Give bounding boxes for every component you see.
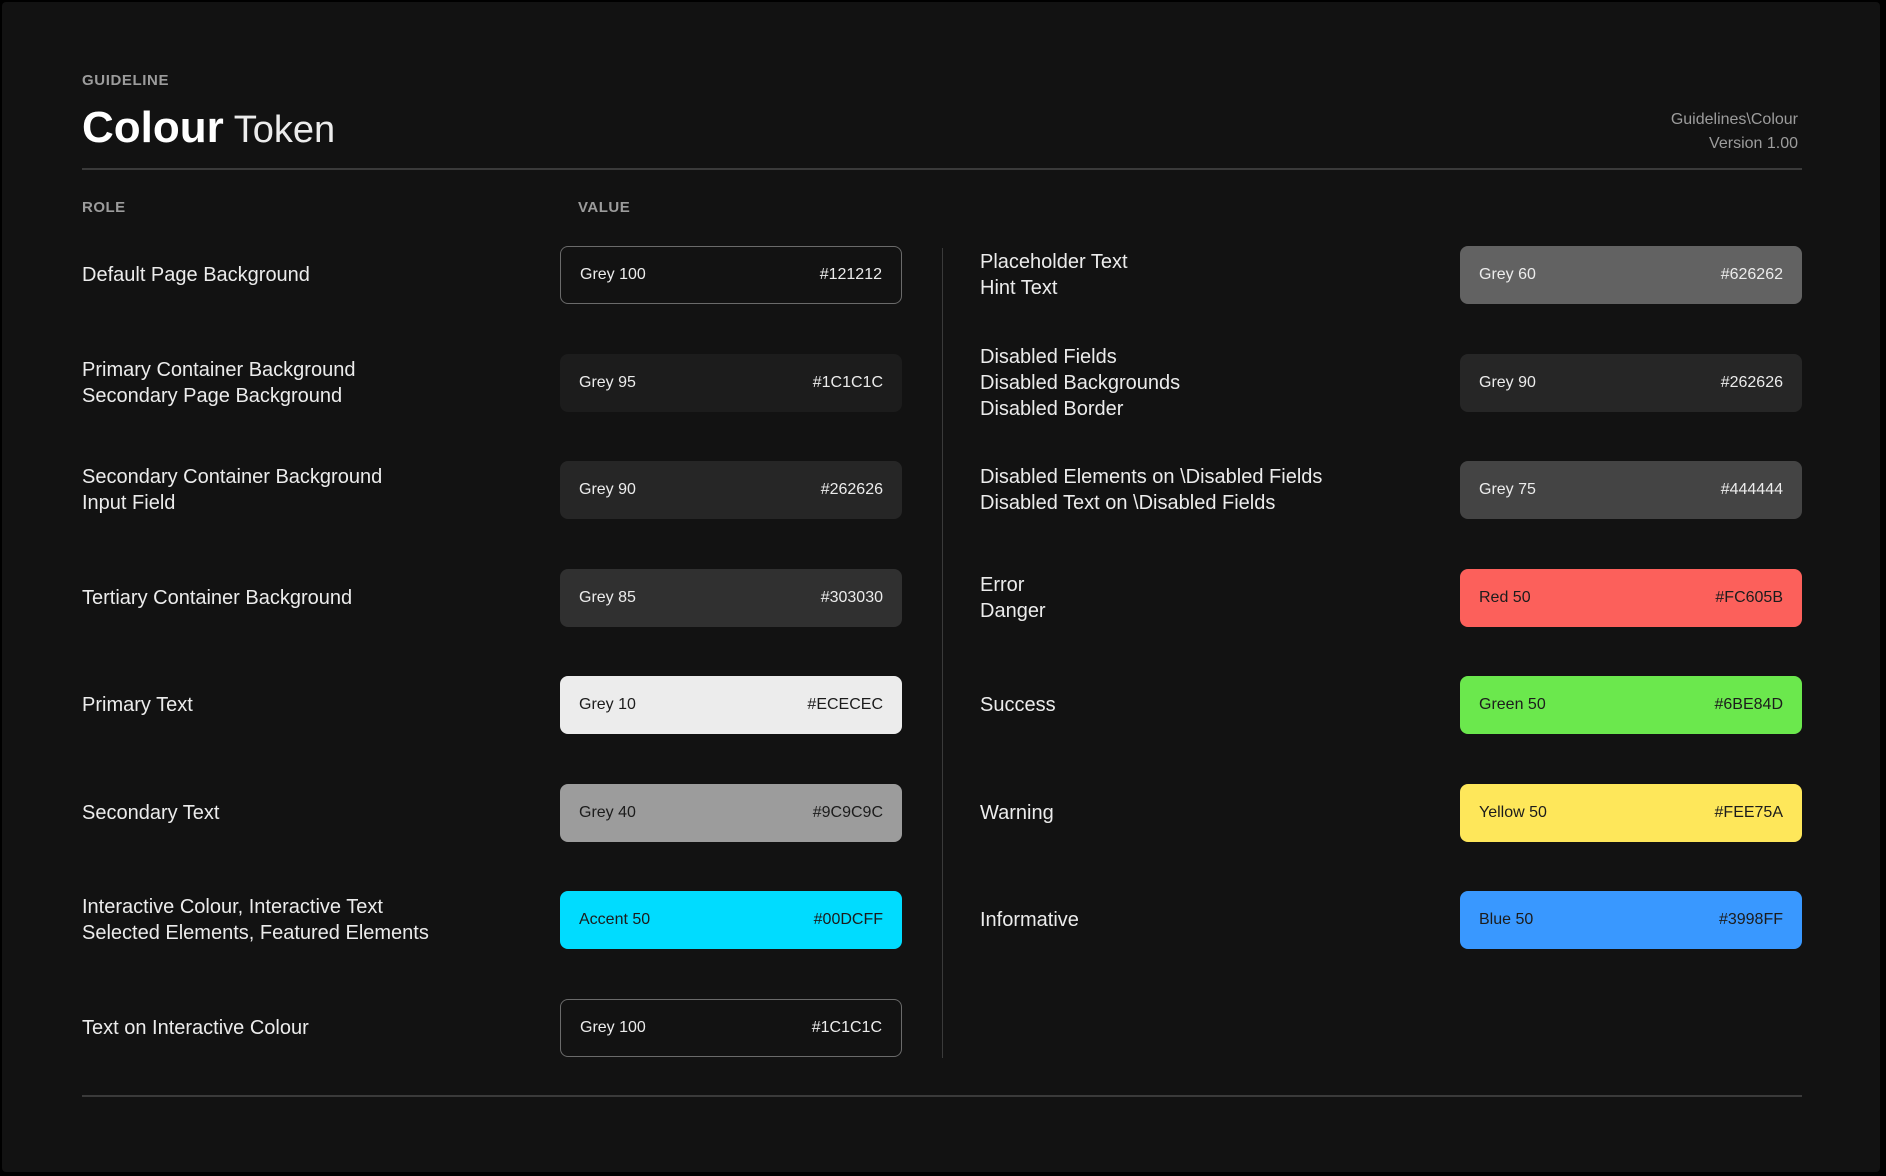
token-row: Success Green 50 #6BE84D: [2, 676, 1880, 734]
token-row: Disabled Fields Disabled Backgrounds Disab…: [2, 346, 1880, 420]
column-header-role: ROLE: [82, 199, 126, 216]
token-role-line: Warning: [980, 802, 1054, 824]
token-row: Text on Interactive Colour Grey 100 #1C1C1…: [2, 999, 1880, 1057]
token-role: Disabled Elements on \Disabled Fields Dis…: [980, 461, 1322, 519]
token-role-line: Informative: [980, 909, 1079, 931]
token-row: Error Danger Red 50 #FC605B: [2, 569, 1880, 627]
colour-swatch: Red 50 #FC605B: [1460, 569, 1802, 627]
swatch-hex-value: #626262: [1720, 266, 1783, 283]
swatch-hex-value: #FEE75A: [1714, 804, 1783, 821]
colour-swatch: Green 50 #6BE84D: [1460, 676, 1802, 734]
token-role: Placeholder Text Hint Text: [980, 246, 1128, 304]
colour-swatch: Yellow 50 #FEE75A: [1460, 784, 1802, 842]
footer-divider: [82, 1095, 1802, 1097]
token-role-line: Hint Text: [980, 277, 1058, 299]
swatch-token-name: Grey 60: [1479, 266, 1536, 283]
document-version: Version 1.00: [1709, 135, 1798, 152]
page-title: Colour Token: [82, 102, 335, 156]
guideline-page: GUIDELINE Colour Token Guidelines\Colour …: [2, 2, 1880, 1172]
swatch-hex-value: #FC605B: [1715, 589, 1783, 606]
token-role-line: Disabled Fields: [980, 346, 1117, 368]
colour-swatch: Grey 60 #626262: [1460, 246, 1802, 304]
token-role: Informative: [980, 891, 1079, 949]
token-role-line: Danger: [980, 600, 1046, 622]
token-role-line: Disabled Text on \Disabled Fields: [980, 492, 1276, 514]
swatch-token-name: Grey 100: [580, 1019, 646, 1036]
eyebrow-label: GUIDELINE: [82, 72, 170, 89]
title-main: Colour: [82, 103, 224, 152]
swatch-hex-value: #6BE84D: [1714, 696, 1784, 713]
colour-swatch: Grey 75 #444444: [1460, 461, 1802, 519]
colour-swatch: Blue 50 #3998FF: [1460, 891, 1802, 949]
swatch-hex-value: #444444: [1720, 481, 1783, 498]
token-role: Success: [980, 676, 1056, 734]
swatch-token-name: Grey 90: [1479, 374, 1536, 391]
swatch-token-name: Grey 75: [1479, 481, 1536, 498]
column-header-value: VALUE: [578, 199, 631, 216]
token-row: Placeholder Text Hint Text Grey 60 #626262: [2, 246, 1880, 304]
colour-swatch: Grey 90 #262626: [1460, 354, 1802, 412]
token-role-line: Text on Interactive Colour: [82, 1017, 309, 1039]
swatch-hex-value: #262626: [1720, 374, 1783, 391]
token-role: Text on Interactive Colour: [82, 999, 309, 1057]
token-role: Error Danger: [980, 569, 1046, 627]
document-meta: Guidelines\Colour Version 1.00: [1671, 108, 1798, 156]
token-row: Disabled Elements on \Disabled Fields Dis…: [2, 461, 1880, 519]
swatch-hex-value: #1C1C1C: [811, 1019, 882, 1036]
token-role: Disabled Fields Disabled Backgrounds Disab…: [980, 346, 1181, 420]
token-role-line: Placeholder Text: [980, 251, 1128, 273]
swatch-token-name: Yellow 50: [1479, 804, 1547, 821]
title-sub: Token: [233, 109, 336, 151]
token-role: Warning: [980, 784, 1054, 842]
token-row: Informative Blue 50 #3998FF: [2, 891, 1880, 949]
swatch-token-name: Blue 50: [1479, 911, 1534, 928]
token-role-line: Error: [980, 574, 1025, 596]
document-path: Guidelines\Colour: [1670, 111, 1798, 128]
token-role-line: Disabled Border: [980, 398, 1124, 420]
token-role-line: Success: [980, 694, 1056, 716]
swatch-token-name: Green 50: [1479, 696, 1546, 713]
header-divider: [82, 168, 1802, 170]
token-role-line: Disabled Elements on \Disabled Fields: [980, 466, 1323, 488]
colour-swatch: Grey 100 #1C1C1C: [560, 999, 902, 1057]
token-role-line: Disabled Backgrounds: [980, 372, 1181, 394]
token-row: Warning Yellow 50 #FEE75A: [2, 784, 1880, 842]
swatch-hex-value: #3998FF: [1718, 911, 1783, 928]
swatch-token-name: Red 50: [1479, 589, 1531, 606]
